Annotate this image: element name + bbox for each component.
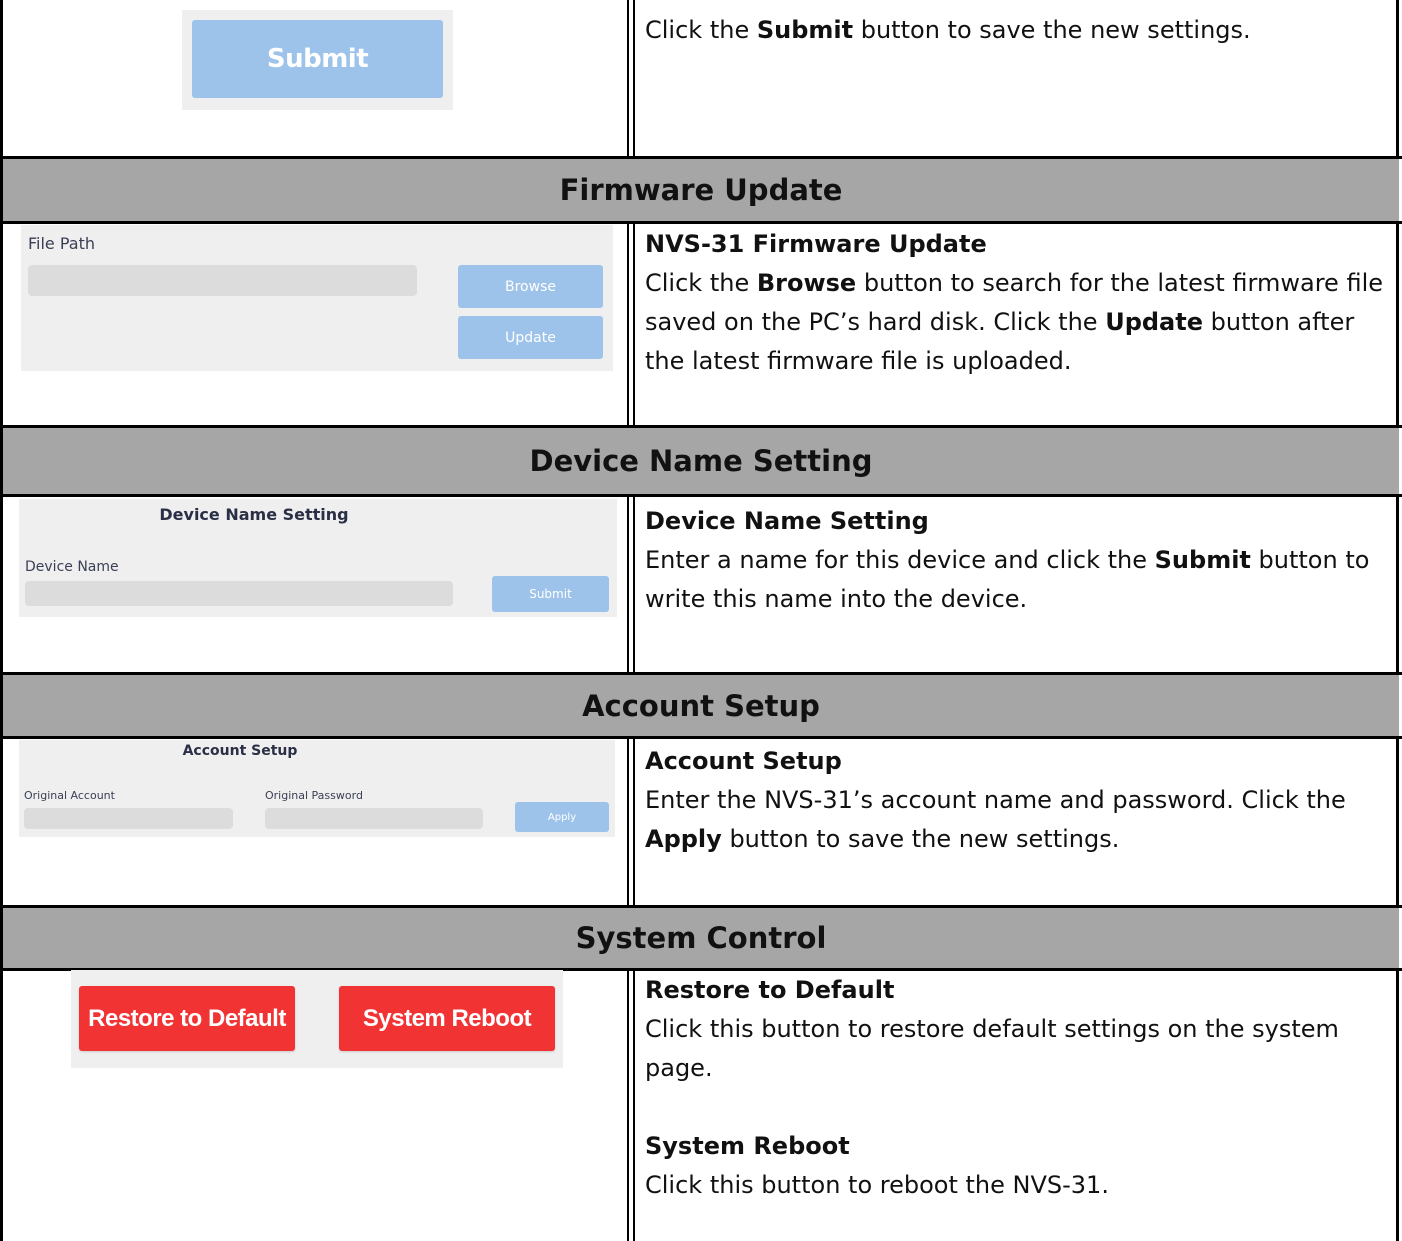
account-panel-title: Account Setup bbox=[182, 743, 298, 759]
section-header-device-name: Device Name Setting bbox=[3, 428, 1399, 494]
column-divider bbox=[633, 495, 635, 673]
column-divider bbox=[627, 737, 629, 906]
original-account-input[interactable] bbox=[24, 808, 233, 829]
update-button[interactable]: Update bbox=[458, 316, 603, 359]
restore-to-default-button[interactable]: Restore to Default bbox=[79, 986, 295, 1051]
submit-screenshot-panel: Submit bbox=[182, 10, 453, 110]
column-divider bbox=[633, 969, 635, 1241]
original-account-label: Original Account bbox=[24, 789, 115, 802]
desc-text: Click the bbox=[645, 16, 757, 44]
rule-after-firmware-header bbox=[0, 221, 1402, 224]
rule-after-device-header bbox=[0, 494, 1402, 497]
reboot-desc: Click this button to reboot the NVS-31. bbox=[645, 1171, 1109, 1199]
section-header-firmware: Firmware Update bbox=[3, 159, 1399, 221]
file-path-input[interactable] bbox=[28, 265, 417, 296]
device-name-panel-title: Device Name Setting bbox=[159, 505, 349, 524]
restore-desc: Click this button to restore default set… bbox=[645, 1015, 1339, 1082]
desc-text: button to save the new settings. bbox=[721, 825, 1120, 853]
file-path-label: File Path bbox=[28, 234, 96, 253]
device-name-screenshot-panel: Device Name Setting Device Name Submit bbox=[19, 499, 617, 617]
column-divider bbox=[633, 737, 635, 906]
desc-heading: NVS-31 Firmware Update bbox=[645, 230, 987, 258]
desc-text: button to save the new settings. bbox=[853, 16, 1251, 44]
desc-bold: Browse bbox=[756, 269, 857, 297]
column-divider bbox=[633, 222, 635, 426]
device-name-label: Device Name bbox=[25, 559, 119, 575]
system-reboot-button[interactable]: System Reboot bbox=[339, 986, 555, 1051]
device-name-submit-button[interactable]: Submit bbox=[492, 576, 609, 612]
system-description: Restore to Default Click this button to … bbox=[645, 971, 1390, 1205]
apply-button[interactable]: Apply bbox=[515, 802, 609, 832]
firmware-screenshot-panel: File Path Browse Update bbox=[21, 225, 613, 371]
desc-bold: Submit bbox=[756, 16, 854, 44]
original-password-label: Original Password bbox=[265, 789, 363, 802]
desc-text: Enter the NVS-31’s account name and pass… bbox=[645, 786, 1346, 814]
submit-button[interactable]: Submit bbox=[192, 20, 443, 98]
desc-bold: Apply bbox=[645, 825, 722, 853]
restore-heading: Restore to Default bbox=[645, 976, 895, 1004]
desc-heading: Device Name Setting bbox=[645, 507, 929, 535]
desc-bold: Update bbox=[1105, 308, 1203, 336]
original-password-input[interactable] bbox=[265, 808, 483, 829]
column-divider bbox=[633, 0, 635, 157]
account-description: Account Setup Enter the NVS-31’s account… bbox=[645, 742, 1390, 859]
column-divider bbox=[627, 222, 629, 426]
column-divider bbox=[627, 969, 629, 1241]
desc-text: Click the bbox=[645, 269, 757, 297]
rule-after-account-header bbox=[0, 736, 1402, 739]
column-divider bbox=[627, 0, 629, 157]
desc-text: Enter a name for this device and click t… bbox=[645, 546, 1155, 574]
browse-button[interactable]: Browse bbox=[458, 265, 603, 308]
device-name-description: Device Name Setting Enter a name for thi… bbox=[645, 502, 1390, 619]
desc-heading: Account Setup bbox=[645, 747, 842, 775]
section-header-system: System Control bbox=[3, 908, 1399, 968]
section-header-account: Account Setup bbox=[3, 675, 1399, 736]
submit-description: Click the Submit button to save the new … bbox=[645, 11, 1390, 50]
desc-bold: Submit bbox=[1154, 546, 1251, 574]
column-divider bbox=[627, 495, 629, 673]
reboot-heading: System Reboot bbox=[645, 1132, 850, 1160]
device-name-input[interactable] bbox=[25, 581, 453, 606]
firmware-description: NVS-31 Firmware Update Click the Browse … bbox=[645, 225, 1390, 381]
system-screenshot-panel: Restore to Default System Reboot bbox=[71, 970, 563, 1068]
account-screenshot-panel: Account Setup Original Account Original … bbox=[19, 740, 615, 837]
